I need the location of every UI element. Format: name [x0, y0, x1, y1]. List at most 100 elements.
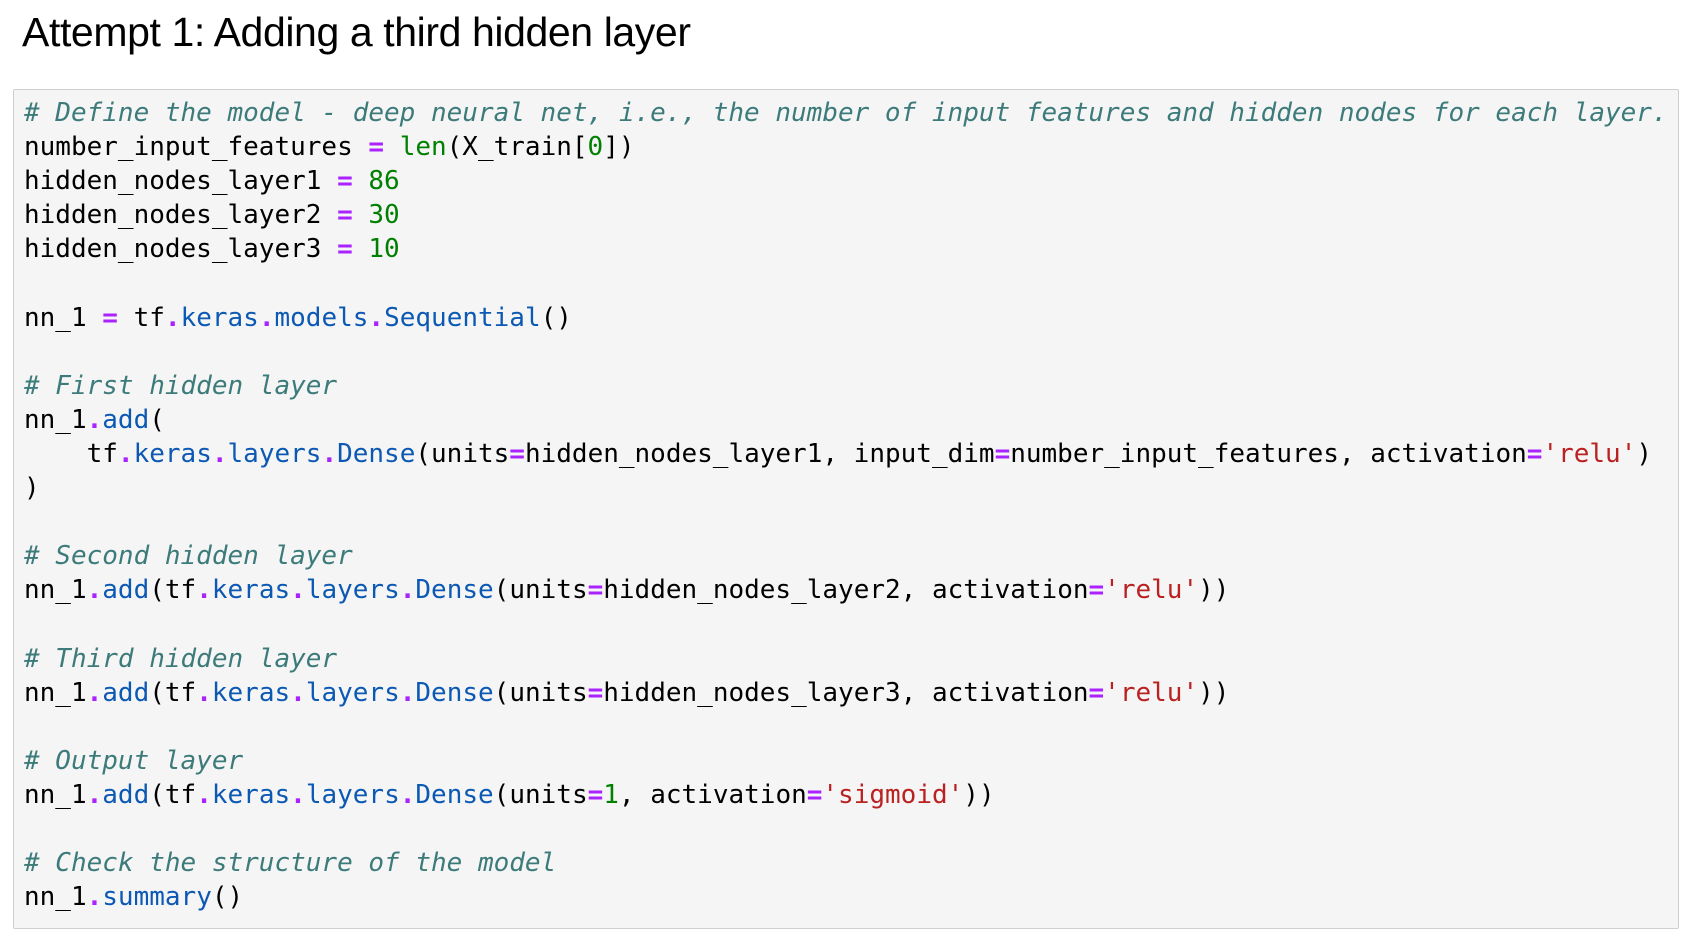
code-text: tf: [117, 302, 165, 333]
code-attribute: layers: [305, 575, 400, 606]
code-line: # First hidden layer: [24, 369, 1668, 403]
code-text: ): [1636, 438, 1653, 469]
code-attribute: keras: [211, 677, 291, 708]
code-text: hidden_nodes_layer1: [24, 166, 338, 197]
code-operator: .: [399, 677, 416, 708]
code-text: hidden_nodes_layer2: [24, 200, 338, 231]
code-text: (X_train[: [446, 132, 588, 163]
code-text: (units: [493, 575, 588, 606]
code-text: (units: [493, 677, 588, 708]
code-line: # Third hidden layer: [24, 642, 1668, 676]
code-attribute: keras: [211, 575, 291, 606]
code-attribute: keras: [180, 302, 259, 333]
code-operator: =: [337, 234, 353, 265]
code-number: 30: [368, 200, 400, 231]
code-operator: .: [258, 302, 275, 333]
code-text: (): [540, 302, 572, 333]
code-attribute: Sequential: [384, 302, 541, 333]
code-string: 'relu': [1542, 438, 1637, 469]
code-operator: =: [587, 575, 604, 606]
code-text: (units: [415, 438, 510, 469]
code-attribute: layers: [305, 677, 400, 708]
code-operator: =: [1088, 575, 1105, 606]
code-attribute: add: [102, 404, 150, 435]
code-operator: .: [196, 575, 212, 606]
code-string: 'relu': [1104, 677, 1199, 708]
code-text: )): [1198, 677, 1230, 708]
code-operator: =: [368, 132, 385, 163]
code-text: (tf: [149, 575, 197, 606]
code-line: # Output layer: [24, 744, 1668, 778]
code-operator: .: [86, 779, 103, 810]
code-operator: .: [86, 404, 103, 435]
code-operator: =: [102, 302, 118, 333]
code-line: nn_1.summary(): [24, 880, 1668, 914]
code-builtin: len: [399, 132, 447, 163]
code-text: hidden_nodes_layer2, activation: [603, 575, 1089, 606]
code-operator: .: [86, 882, 103, 913]
code-attribute: Dense: [337, 438, 416, 469]
code-text: nn_1: [24, 575, 87, 606]
code-operator: .: [211, 438, 228, 469]
code-operator: .: [86, 677, 103, 708]
code-operator: =: [587, 779, 604, 810]
code-line: hidden_nodes_layer2 = 30: [24, 198, 1668, 232]
code-attribute: Dense: [415, 575, 494, 606]
code-cell[interactable]: # Define the model - deep neural net, i.…: [13, 89, 1679, 929]
code-operator: .: [321, 438, 338, 469]
code-line: # Define the model - deep neural net, i.…: [24, 96, 1668, 130]
code-text: hidden_nodes_layer3: [24, 234, 338, 265]
code-text: , activation: [618, 779, 807, 810]
code-operator: =: [509, 438, 525, 469]
code-operator: .: [86, 575, 103, 606]
code-text: (units: [493, 779, 588, 810]
code-text: hidden_nodes_layer3, activation: [603, 677, 1089, 708]
code-text: (tf: [149, 677, 197, 708]
code-operator: .: [399, 779, 416, 810]
code-operator: .: [196, 677, 212, 708]
code-operator: =: [587, 677, 604, 708]
code-operator: .: [196, 779, 212, 810]
code-operator: .: [164, 302, 181, 333]
code-attribute: keras: [211, 779, 291, 810]
code-line: nn_1.add(tf.keras.layers.Dense(units=hid…: [24, 573, 1668, 607]
code-text: )): [963, 779, 995, 810]
code-operator: .: [290, 779, 306, 810]
code-attribute: Dense: [415, 779, 494, 810]
code-attribute: layers: [305, 779, 400, 810]
code-line: # Second hidden layer: [24, 539, 1668, 573]
code-line: hidden_nodes_layer3 = 10: [24, 232, 1668, 266]
code-comment: # Output layer: [24, 745, 244, 776]
code-line: nn_1.add(tf.keras.layers.Dense(units=1, …: [24, 778, 1668, 812]
code-text: (: [149, 404, 165, 435]
code-text: number_input_features: [24, 132, 369, 163]
code-text: nn_1: [24, 404, 87, 435]
code-line: tf.keras.layers.Dense(units=hidden_nodes…: [24, 437, 1668, 471]
code-operator: =: [337, 166, 353, 197]
code-number: 1: [603, 779, 619, 810]
code-attribute: add: [102, 575, 150, 606]
code-text: (): [211, 882, 244, 913]
code-comment: # First hidden layer: [24, 370, 338, 401]
code-operator: .: [290, 677, 306, 708]
code-comment: # Check the structure of the model: [24, 848, 557, 879]
code-attribute: keras: [133, 438, 212, 469]
code-line: nn_1.add(: [24, 403, 1668, 437]
code-operator: .: [368, 302, 385, 333]
code-text: tf: [24, 438, 118, 469]
code-operator: =: [1526, 438, 1543, 469]
code-number: 10: [368, 234, 400, 265]
code-editor[interactable]: # Define the model - deep neural net, i.…: [24, 96, 1668, 914]
code-operator: .: [117, 438, 134, 469]
code-line: ): [24, 471, 1668, 505]
code-attribute: summary: [102, 882, 212, 913]
code-line: hidden_nodes_layer1 = 86: [24, 164, 1668, 198]
